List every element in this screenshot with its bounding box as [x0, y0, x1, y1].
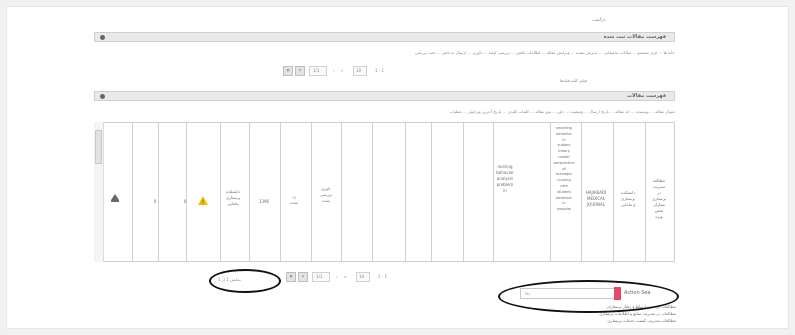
next-page-button[interactable]: › [333, 68, 335, 73]
filter-subhead: فیلتر کلیه فیلدها [560, 78, 587, 83]
table-col-divider [158, 123, 159, 261]
annotation-oval [209, 269, 281, 293]
table-cell: HAJIABADI MEDICAL JOURNAL [585, 190, 607, 207]
collapse-icon[interactable] [100, 94, 105, 99]
column-filter-nav[interactable]: عنوان مقاله ... نویسنده ... کد مقاله ...… [96, 109, 675, 114]
first-page-button[interactable]: « [286, 272, 296, 282]
table-col-divider [186, 123, 187, 261]
page-input[interactable]: 1/1 [312, 272, 330, 282]
table-col-divider [405, 123, 406, 261]
page-value: 1/1 [316, 274, 323, 279]
table-col-divider [341, 123, 342, 261]
last-page-button[interactable]: » [344, 274, 346, 279]
warning-icon: ! [198, 196, 208, 206]
top-link[interactable]: بازگشت [592, 17, 606, 22]
table-cell: رد شده [290, 194, 298, 205]
table-col-divider [463, 123, 464, 261]
prev-page-button[interactable]: ‹ [298, 272, 308, 282]
result-item[interactable]: مطالعات مدیریت کیفیت خدمات پرستاری [526, 317, 676, 324]
table-col-divider [431, 123, 432, 261]
filter-nav[interactable]: خانه ها ... فرم جستجو ... مقالات تحقیقات… [96, 50, 675, 55]
table-cell: 0 [183, 199, 187, 204]
panel-articles-header[interactable]: فهرست مقالات ثبت شده [94, 32, 675, 42]
table-cell: دانشکده پرستاری و مامایی [620, 190, 636, 207]
page-value: 1/1 [313, 68, 320, 73]
table-cell: دانشکده پرستاری مامایی [225, 189, 241, 206]
panel-title: فهرست مقالات ثبت شده [603, 34, 666, 40]
edit-icon[interactable] [110, 194, 120, 202]
per-page-value: 10 [356, 68, 362, 73]
per-page-select[interactable]: 10 [353, 66, 367, 76]
pager-top: « ‹ 1/1 › » 10 1 - 1 [275, 66, 425, 76]
table-cell: nursing behavior analysis problem in [496, 164, 514, 193]
table-cell: مطالعه مدیریت در پرستاری بیماران بخش ویژ… [651, 178, 667, 219]
collapse-icon[interactable] [100, 35, 105, 40]
next-page-button[interactable]: › [336, 274, 338, 279]
prev-page-button[interactable]: ‹ [295, 66, 305, 76]
table-cell: 0 [153, 199, 157, 204]
per-page-select[interactable]: 10 [356, 272, 370, 282]
table-scrollbar[interactable] [94, 122, 104, 262]
warning-mark: ! [202, 199, 204, 205]
panel-articles-list-header[interactable]: فهرست مقالات [94, 91, 675, 101]
scroll-thumb[interactable] [95, 130, 102, 164]
first-page-button[interactable]: « [283, 66, 293, 76]
per-page-value: 10 [359, 274, 365, 279]
table-cell: داوری بررسی شده [320, 186, 332, 203]
panel-title: فهرست مقالات [627, 93, 666, 99]
pager-info: 1 - 1 [375, 68, 385, 73]
table-col-divider [372, 123, 373, 261]
table-col-divider [132, 123, 133, 261]
table-cell: smarting behavior in subject theory mode… [553, 126, 575, 212]
page-input[interactable]: 1/1 [309, 66, 327, 76]
pager-info: 1 - 1 [378, 274, 388, 279]
table-col-divider [280, 123, 281, 261]
table-cell: 1396 [258, 199, 270, 204]
last-page-button[interactable]: » [341, 68, 343, 73]
annotation-oval [498, 280, 679, 313]
table-col-divider [249, 123, 250, 261]
